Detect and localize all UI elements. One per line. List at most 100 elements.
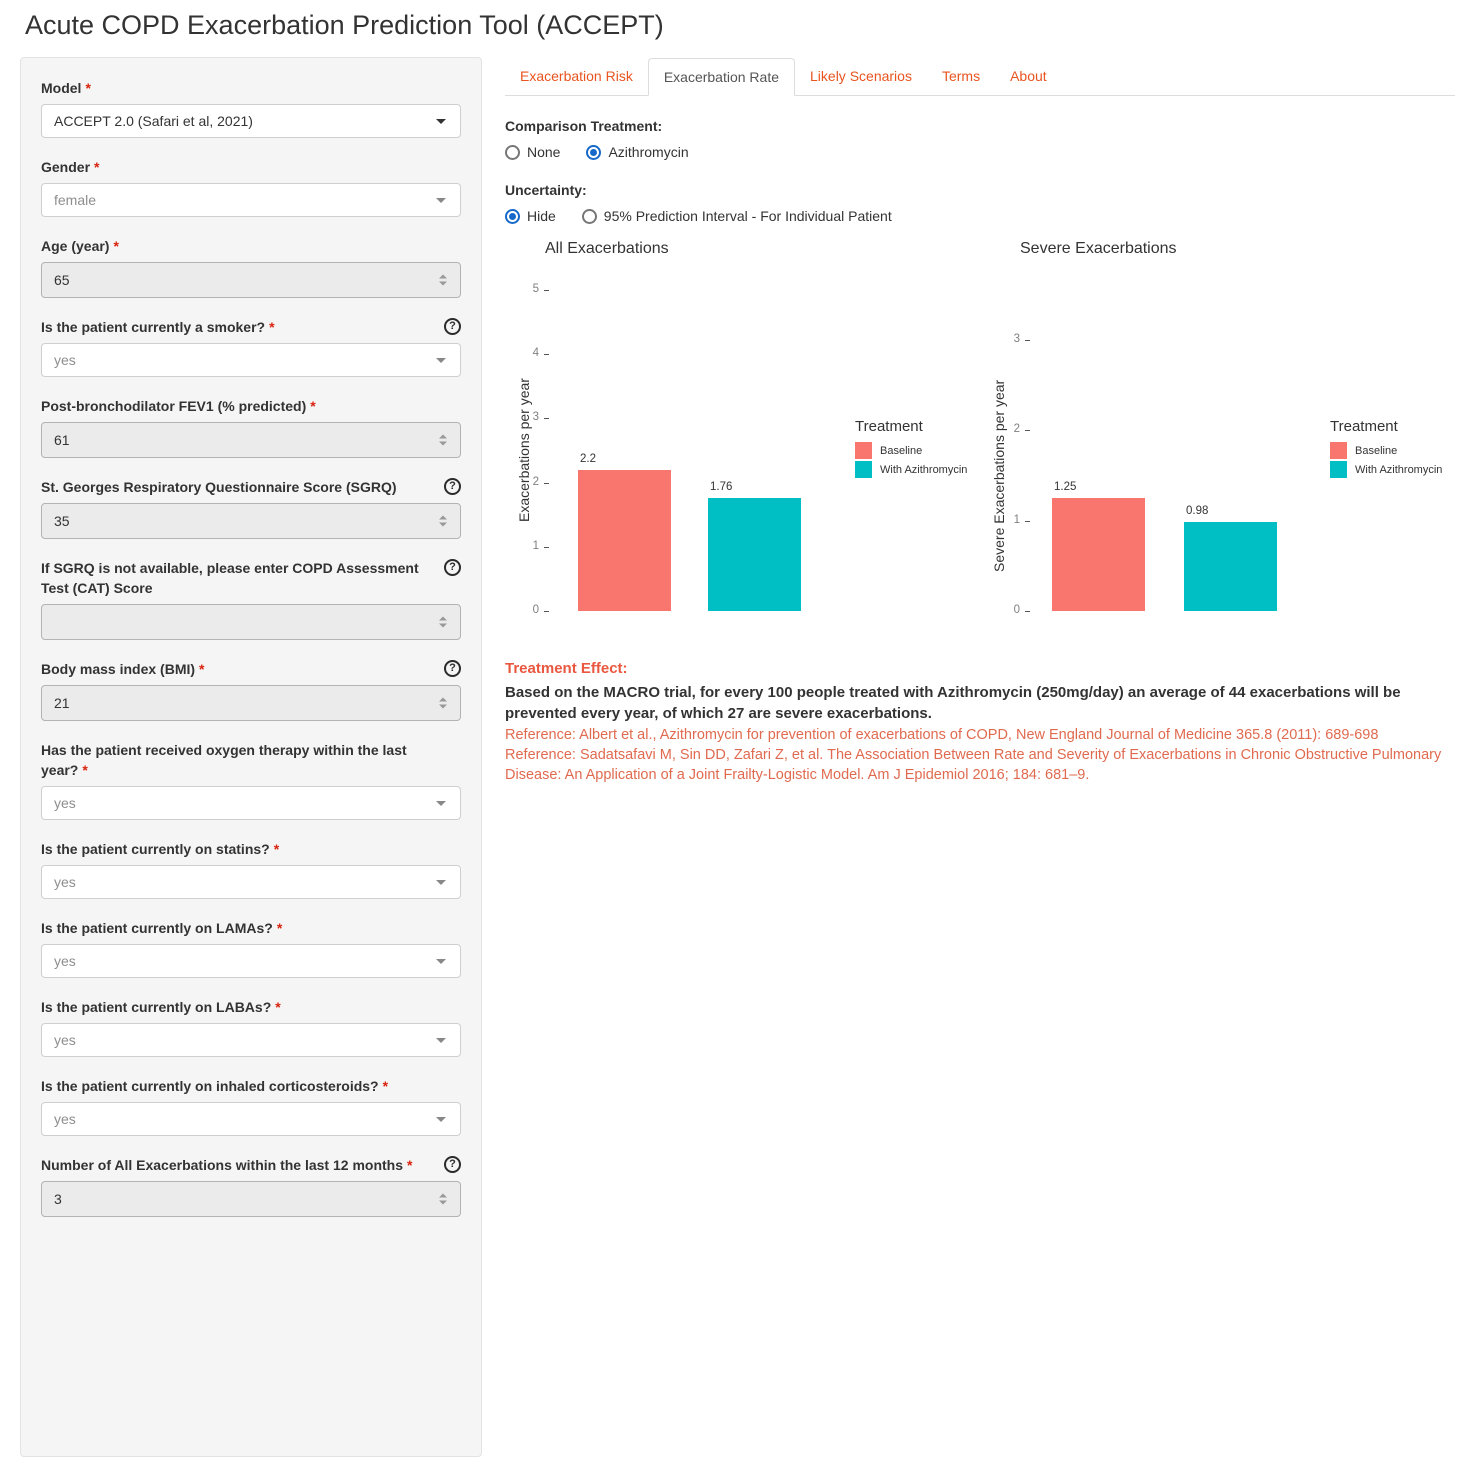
radio-checked-icon bbox=[586, 145, 601, 160]
y-tick-label: 4 bbox=[509, 347, 539, 359]
bar-with-azithromycin bbox=[1184, 522, 1277, 611]
field-label-text: St. Georges Respiratory Questionnaire Sc… bbox=[41, 479, 397, 495]
stepper-up-icon bbox=[439, 275, 447, 279]
tab-likely-scenarios[interactable]: Likely Scenarios bbox=[795, 58, 927, 96]
uncertainty-radio-group: Hide 95% Prediction Interval - For Indivi… bbox=[505, 208, 1455, 224]
field-label: Has the patient received oxygen therapy … bbox=[41, 740, 461, 780]
number-stepper-icon[interactable] bbox=[439, 617, 447, 628]
field-label: St. Georges Respiratory Questionnaire Sc… bbox=[41, 477, 461, 497]
field-label-text: Body mass index (BMI) bbox=[41, 661, 195, 677]
chart-title: Severe Exacerbations bbox=[1020, 240, 1177, 258]
number-stepper-icon[interactable] bbox=[439, 1194, 447, 1205]
y-tick-label: 0 bbox=[990, 604, 1020, 616]
form-field-is-the-patient-currently-on-lamas: Is the patient currently on LAMAs?*yes bbox=[41, 918, 461, 978]
select-is-the-patient-currently-on-statins[interactable]: yes bbox=[41, 865, 461, 899]
form-field-if-sgrq-is-not-available-please-enter-copd-assessment-test-cat-score: If SGRQ is not available, please enter C… bbox=[41, 558, 461, 640]
field-label-text: Number of All Exacerbations within the l… bbox=[41, 1157, 403, 1173]
y-tick-label: 3 bbox=[990, 333, 1020, 345]
input-age-year[interactable]: 65 bbox=[41, 262, 461, 298]
number-stepper-icon[interactable] bbox=[439, 435, 447, 446]
help-icon[interactable]: ? bbox=[444, 1156, 461, 1173]
tab-bar: Exacerbation RiskExacerbation RateLikely… bbox=[505, 58, 1455, 96]
select-value: ACCEPT 2.0 (Safari et al, 2021) bbox=[54, 113, 253, 129]
y-tick-mark bbox=[1025, 340, 1030, 341]
stepper-up-icon bbox=[439, 516, 447, 520]
input-st-georges-respiratory-questionnaire-score-sgrq[interactable]: 35 bbox=[41, 503, 461, 539]
field-label-text: Is the patient currently on LAMAs? bbox=[41, 920, 273, 936]
chart-all-exacerbations: All ExacerbationsExacerbations per year0… bbox=[505, 238, 975, 643]
select-is-the-patient-currently-on-inhaled-corticosteroids[interactable]: yes bbox=[41, 1102, 461, 1136]
help-icon[interactable]: ? bbox=[444, 660, 461, 677]
required-asterisk: * bbox=[274, 841, 279, 857]
legend: TreatmentBaselineWith Azithromycin bbox=[1330, 418, 1442, 480]
field-label-text: Age (year) bbox=[41, 238, 109, 254]
select-is-the-patient-currently-on-labas[interactable]: yes bbox=[41, 1023, 461, 1057]
number-stepper-icon[interactable] bbox=[439, 698, 447, 709]
radio-unchecked-icon bbox=[582, 209, 597, 224]
tab-exacerbation-risk[interactable]: Exacerbation Risk bbox=[505, 58, 648, 96]
field-label: Is the patient currently on LABAs?* bbox=[41, 997, 461, 1017]
input-value: 61 bbox=[54, 432, 70, 448]
chevron-down-icon bbox=[436, 119, 446, 124]
required-asterisk: * bbox=[310, 398, 315, 414]
select-is-the-patient-currently-on-lamas[interactable]: yes bbox=[41, 944, 461, 978]
radio-checked-icon bbox=[505, 209, 520, 224]
treatment-effect-heading: Treatment Effect: bbox=[505, 659, 1455, 679]
y-tick-label: 5 bbox=[509, 283, 539, 295]
select-has-the-patient-received-oxygen-therapy-within-the-last-year[interactable]: yes bbox=[41, 786, 461, 820]
field-label-text: Is the patient currently on inhaled cort… bbox=[41, 1078, 379, 1094]
legend-item: With Azithromycin bbox=[855, 461, 967, 478]
number-stepper-icon[interactable] bbox=[439, 516, 447, 527]
bar-with-azithromycin bbox=[708, 498, 801, 611]
chevron-down-icon bbox=[436, 1038, 446, 1043]
radio-unchecked-icon bbox=[505, 145, 520, 160]
tab-terms[interactable]: Terms bbox=[927, 58, 995, 96]
input-number-of-all-exacerbations-within-the-last-12-months[interactable]: 3 bbox=[41, 1181, 461, 1217]
bar-value-label: 1.76 bbox=[710, 481, 732, 493]
input-post-bronchodilator-fev1-predicted[interactable]: 61 bbox=[41, 422, 461, 458]
y-tick-label: 0 bbox=[509, 604, 539, 616]
field-label: Is the patient currently on inhaled cort… bbox=[41, 1076, 461, 1096]
select-gender[interactable]: female bbox=[41, 183, 461, 217]
stepper-down-icon bbox=[439, 442, 447, 446]
y-axis-label: Exacerbations per year bbox=[515, 290, 533, 611]
select-is-the-patient-currently-a-smoker[interactable]: yes bbox=[41, 343, 461, 377]
required-asterisk: * bbox=[407, 1157, 412, 1173]
field-label: Is the patient currently a smoker?*? bbox=[41, 317, 461, 337]
legend-item: Baseline bbox=[855, 442, 967, 459]
reference-line: Reference: Sadatsafavi M, Sin DD, Zafari… bbox=[505, 745, 1455, 785]
form-field-model: Model*ACCEPT 2.0 (Safari et al, 2021) bbox=[41, 78, 461, 138]
chart-severe-exacerbations: Severe ExacerbationsSevere Exacerbations… bbox=[990, 238, 1460, 643]
bar-value-label: 0.98 bbox=[1186, 505, 1208, 517]
field-label: Is the patient currently on statins?* bbox=[41, 839, 461, 859]
y-tick-label: 2 bbox=[509, 476, 539, 488]
tab-about[interactable]: About bbox=[995, 58, 1062, 96]
field-label-text: Is the patient currently on LABAs? bbox=[41, 999, 271, 1015]
reference-line: Reference: Albert et al., Azithromycin f… bbox=[505, 725, 1455, 745]
help-icon[interactable]: ? bbox=[444, 478, 461, 495]
input-if-sgrq-is-not-available-please-enter-copd-assessment-test-cat-score[interactable] bbox=[41, 604, 461, 640]
radio-azithromycin[interactable]: Azithromycin bbox=[586, 144, 688, 160]
select-value: yes bbox=[54, 1111, 76, 1127]
input-value: 3 bbox=[54, 1191, 62, 1207]
number-stepper-icon[interactable] bbox=[439, 275, 447, 286]
bar-value-label: 2.2 bbox=[580, 453, 596, 465]
y-tick-mark bbox=[1025, 611, 1030, 612]
legend-swatch bbox=[1330, 461, 1347, 478]
select-value: female bbox=[54, 192, 96, 208]
radio-none[interactable]: None bbox=[505, 144, 560, 160]
select-model[interactable]: ACCEPT 2.0 (Safari et al, 2021) bbox=[41, 104, 461, 138]
y-tick-label: 2 bbox=[990, 423, 1020, 435]
input-body-mass-index-bmi[interactable]: 21 bbox=[41, 685, 461, 721]
select-value: yes bbox=[54, 795, 76, 811]
required-asterisk: * bbox=[85, 80, 90, 96]
legend-title: Treatment bbox=[1330, 418, 1442, 435]
radio-hide[interactable]: Hide bbox=[505, 208, 556, 224]
help-icon[interactable]: ? bbox=[444, 559, 461, 576]
form-field-age-year: Age (year)*65 bbox=[41, 236, 461, 298]
tab-exacerbation-rate[interactable]: Exacerbation Rate bbox=[648, 58, 795, 96]
input-panel: Model*ACCEPT 2.0 (Safari et al, 2021)Gen… bbox=[20, 57, 482, 1457]
help-icon[interactable]: ? bbox=[444, 318, 461, 335]
field-label: Gender* bbox=[41, 157, 461, 177]
radio-95-prediction-interval-for-individual-patient[interactable]: 95% Prediction Interval - For Individual… bbox=[582, 208, 892, 224]
